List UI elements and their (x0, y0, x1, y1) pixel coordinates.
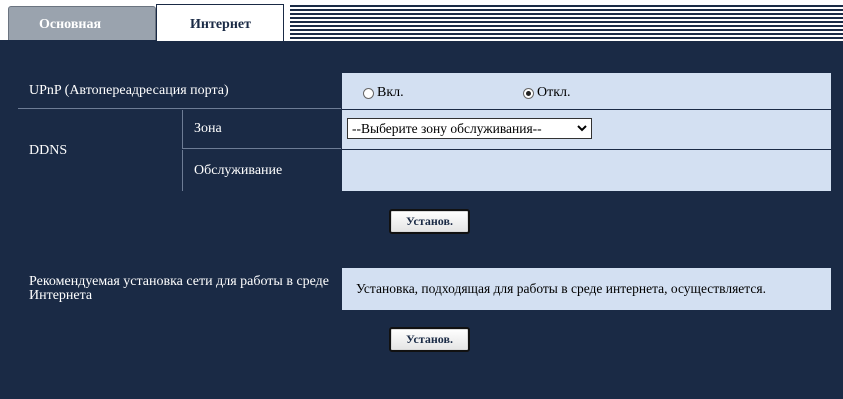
tab-internet[interactable]: Интернет (156, 4, 284, 41)
settings-page: Основная Интернет UPnP (Автопереадресаци… (0, 0, 843, 399)
chevron-down-icon (577, 125, 587, 132)
tab-strip-decoration (290, 5, 843, 41)
recommended-value: Установка, подходящая для работы в среде… (342, 268, 831, 310)
upnp-on-option[interactable]: Вкл. (363, 85, 404, 101)
upnp-on-radio[interactable] (363, 87, 374, 99)
tab-strip: Основная Интернет (0, 0, 843, 41)
recommended-label: Рекомендуемая установка сети для работы … (18, 268, 341, 310)
ddns-service-cell (342, 150, 831, 191)
upnp-off-option[interactable]: Откл. (523, 85, 571, 101)
apply-button-upper[interactable]: Установ. (389, 209, 470, 234)
upnp-options: Вкл. Откл. (342, 73, 831, 109)
tab-internet-label: Интернет (190, 17, 251, 32)
tab-basic[interactable]: Основная (8, 6, 156, 41)
ddns-zone-label: Зона (182, 110, 341, 149)
tab-basic-label: Основная (39, 17, 102, 32)
ddns-zone-select[interactable]: --Выберите зону обслуживания-- (347, 118, 592, 139)
upnp-label: UPnP (Автопереадресация порта) (18, 73, 341, 109)
upnp-off-radio[interactable] (523, 87, 534, 99)
ddns-label: DDNS (18, 110, 181, 191)
ddns-service-label: Обслуживание (182, 150, 341, 191)
apply-button-lower[interactable]: Установ. (389, 327, 470, 352)
